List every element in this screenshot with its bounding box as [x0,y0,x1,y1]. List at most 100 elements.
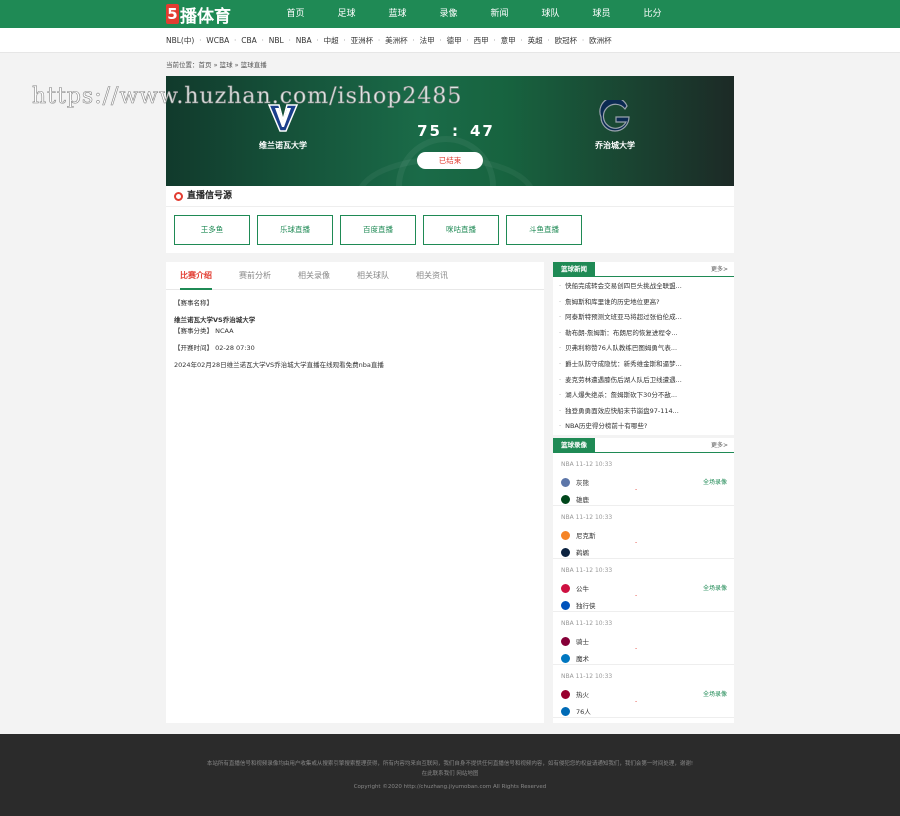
news-more-link[interactable]: 更多> [711,264,728,273]
away-team-name: 乔治城大学 [595,141,635,150]
source-button-1[interactable]: 王多鱼 [174,215,250,245]
nav-news[interactable]: 新闻 [474,0,525,28]
home-score: 75 [417,122,442,140]
match-name-label: 【赛事名称】 [174,299,213,307]
league-link[interactable]: CBA [241,28,257,53]
news-item[interactable]: 贝弗利称赞76人队教练巴图姆勇气表... [559,341,728,357]
replay-match[interactable]: NBA 11-12 10:33 公牛 - 独行侠 全场录像 [553,559,734,612]
replay-home-name: 骑士 [576,638,589,646]
replay-home-team: 骑士 [561,635,589,647]
league-link[interactable]: 意甲 [501,28,516,53]
news-item[interactable]: 阿泰斯特预测文班亚马将超过张伯伦成... [559,310,728,326]
tab-news[interactable]: 相关资讯 [416,262,448,289]
news-list: 快船完成转会交易创四巨头挑战全联盟...詹姆斯和库里谁的历史地位更高?阿泰斯特预… [553,277,734,435]
match-description: 2024年02月28日维兰诺瓦大学VS乔治城大学直播在线观看免费nba直播 [174,361,384,369]
separator-dot: · [377,36,381,45]
league-link[interactable]: 亚洲杯 [351,28,374,53]
nav-teams[interactable]: 球队 [525,0,576,28]
news-item[interactable]: NBA历史得分榜前十有哪些? [559,419,728,435]
footer-links[interactable]: 在此联系我们 网站地图 [0,769,900,777]
nav-scores[interactable]: 比分 [627,0,678,28]
news-item[interactable]: 爵士队防守成隐忧：新秀维金斯和逼梦... [559,357,728,373]
nav-home[interactable]: 首页 [270,0,321,28]
watermark-text: https://www.huzhan.com/ishop2485 [32,84,463,110]
footer-copyright: Copyright ©2020 http://chuzhang.jiyumoba… [353,784,547,790]
separator-dot: · [288,36,291,45]
match-score: 75:47 [406,122,506,140]
source-button-5[interactable]: 斗鱼直播 [506,215,582,245]
league-link[interactable]: 德甲 [447,28,462,53]
league-link[interactable]: 西甲 [474,28,489,53]
replay-away-team: 魔术 [561,652,589,664]
full-replay-link[interactable]: 全场录像 [703,583,727,592]
league-link[interactable]: 英超 [528,28,543,53]
source-button-4[interactable]: 咪咕直播 [423,215,499,245]
league-link[interactable]: WCBA [206,28,229,53]
news-item[interactable]: 独登勇勇面效应快船末节崩盘97-114... [559,404,728,420]
separator-dot: · [343,36,346,45]
league-list: NBL(中) · WCBA · CBA · NBL · NBA · 中超 · 亚洲杯 · 美洲杯 · 法甲 · 德甲… [166,28,612,53]
tab-teams[interactable]: 相关球队 [357,262,389,289]
logo-text: 播体育 [180,6,231,27]
news-item[interactable]: 快船完成转会交易创四巨头挑战全联盟... [559,279,728,295]
replay-away-team: 76人 [561,705,591,717]
site-logo[interactable]: 5 播体育 [166,3,231,27]
score-mark: - [635,539,638,546]
news-title: 篮球新闻 [553,262,595,277]
replay-home-team: 热火 [561,688,589,700]
league-link[interactable]: 欧洲杯 [589,28,612,53]
news-item[interactable]: 麦克劳林遭遇膝伤后湖人队后卫线遭遇... [559,373,728,389]
replay-match-time: NBA 11-12 10:33 [561,567,613,574]
nav-basketball[interactable]: 蓝球 [372,0,423,28]
logo-mark: 5 [166,4,179,24]
replay-match[interactable]: NBA 11-12 10:33 骑士 - 魔术 [553,612,734,665]
replays-header: 篮球录像 更多> [553,438,734,453]
separator-dot: · [493,36,496,45]
replay-match-time: NBA 11-12 10:33 [561,620,613,627]
team-logo-icon [561,706,570,716]
replay-home-team: 公牛 [561,582,589,594]
news-header: 篮球新闻 更多> [553,262,734,277]
league-link[interactable]: NBL(中) [166,28,194,53]
replay-match[interactable]: NBA 11-12 10:33 尼克斯 - 鹈鹕 [553,506,734,559]
replay-match-time: NBA 11-12 10:33 [561,673,613,680]
league-link[interactable]: NBL [269,28,284,53]
replay-home-name: 热火 [576,691,589,699]
separator-dot: · [581,36,585,45]
replay-away-team: 雄鹿 [561,493,589,505]
separator-dot: · [439,36,442,45]
replay-match[interactable]: NBA 11-12 10:33 热火 - 76人 全场录像 [553,665,734,718]
full-replay-link[interactable]: 全场录像 [703,477,727,486]
tab-replays[interactable]: 相关录像 [298,262,330,289]
replay-home-name: 尼克斯 [576,532,596,540]
tab-analysis[interactable]: 赛前分析 [239,262,271,289]
replays-more-link[interactable]: 更多> [711,440,728,449]
league-subnav: NBL(中) · WCBA · CBA · NBL · NBA · 中超 · 亚洲杯 · 美洲杯 · 法甲 · 德甲… [0,28,900,53]
league-link[interactable]: 法甲 [420,28,435,53]
team-logo-icon [561,600,570,610]
score-separator: : [452,122,460,140]
replay-match[interactable]: NBA 11-12 10:33 灰熊 - 雄鹿 全场录像 [553,453,734,506]
league-link[interactable]: 欧冠杯 [555,28,578,53]
away-team[interactable]: 乔治城大学 [570,96,660,151]
tab-intro[interactable]: 比赛介绍 [180,262,212,290]
news-item[interactable]: 詹姆斯和库里谁的历史地位更高? [559,295,728,311]
replay-home-name: 公牛 [576,585,589,593]
replay-home-team: 尼克斯 [561,529,596,541]
nav-football[interactable]: 足球 [321,0,372,28]
news-item[interactable]: 勒布朗-詹姆斯：布朗尼的恢复进程令... [559,326,728,342]
full-replay-link[interactable]: 全场录像 [703,689,727,698]
site-footer: 本站所有直播信号和视频录像均由用户收集或从搜索引擎搜索整理获得，所有内容均来自互… [0,734,900,816]
nav-players[interactable]: 球员 [576,0,627,28]
league-link[interactable]: NBA [296,28,312,53]
separator-dot: · [234,36,237,45]
nav-replays[interactable]: 录像 [423,0,474,28]
source-button-2[interactable]: 乐球直播 [257,215,333,245]
league-link[interactable]: 美洲杯 [385,28,408,53]
separator-dot: · [466,36,469,45]
source-button-3[interactable]: 百度直播 [340,215,416,245]
league-link[interactable]: 中超 [324,28,339,53]
team-logo-icon [561,547,570,557]
news-item[interactable]: 湖人爆失绝杀：詹姆斯砍下30分不敌... [559,388,728,404]
home-team-name: 维兰诺瓦大学 [259,141,307,150]
